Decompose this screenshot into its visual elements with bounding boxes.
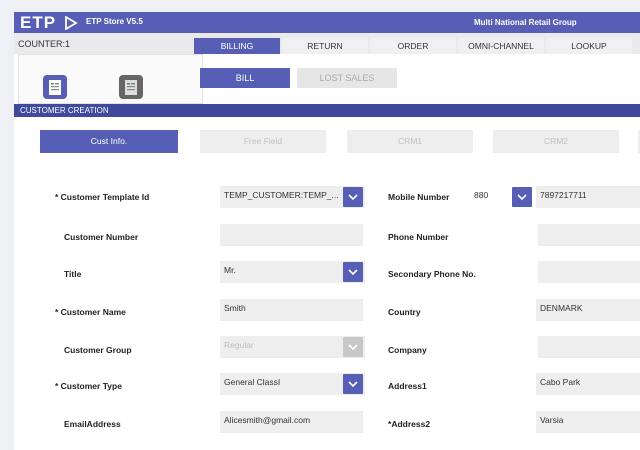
customer-group-label: Customer Group	[64, 345, 132, 355]
mobile-number-input[interactable]: 7897217711	[536, 186, 640, 208]
company-label: Company	[388, 345, 427, 355]
app-logo: ETP	[20, 13, 57, 32]
subtab-lost-sales[interactable]: LOST SALES	[297, 68, 397, 88]
address2-input[interactable]: Varsia	[536, 411, 640, 433]
phone-number-input[interactable]	[538, 224, 640, 246]
email-label: EmailAddress	[64, 419, 121, 429]
tab-omni-channel[interactable]: OMNI-CHANNEL	[458, 38, 544, 54]
tab-billing[interactable]: BILLING	[194, 38, 280, 54]
customer-type-label: * Customer Type	[55, 381, 122, 391]
country-label: Country	[388, 307, 421, 317]
chevron-down-icon[interactable]	[343, 374, 363, 394]
tab-cust-info[interactable]: Cust Info.	[40, 130, 178, 153]
address1-input[interactable]: Cabo Park	[536, 373, 640, 395]
secondary-phone-input[interactable]	[538, 261, 640, 283]
email-input[interactable]: Alicesmith@gmail.com	[220, 411, 363, 433]
company-input[interactable]	[538, 336, 640, 358]
tab-crm1[interactable]: CRM1	[347, 130, 473, 153]
chevron-down-icon[interactable]	[512, 187, 532, 207]
modal-title: CUSTOMER CREATION	[14, 104, 640, 117]
receipt-icon[interactable]	[119, 75, 143, 99]
tab-return[interactable]: RETURN	[282, 38, 368, 54]
logo-arrow-icon	[65, 16, 78, 30]
subtab-bill[interactable]: BILL	[200, 68, 290, 88]
customer-name-input[interactable]: Smith	[220, 299, 363, 321]
chevron-down-icon	[343, 337, 363, 357]
counter-label: COUNTER:1	[18, 39, 71, 49]
phone-number-label: Phone Number	[388, 232, 449, 242]
customer-number-label: Customer Number	[64, 232, 139, 242]
quick-actions-panel	[18, 54, 203, 104]
chevron-down-icon[interactable]	[343, 262, 363, 282]
address1-label: Address1	[388, 381, 427, 391]
tab-crm2[interactable]: CRM2	[493, 130, 619, 153]
title-label: Title	[64, 269, 82, 279]
country-select[interactable]: DENMARK	[536, 299, 640, 321]
secondary-phone-label: Secondary Phone No.	[388, 269, 476, 279]
mobile-number-label: Mobile Number	[388, 192, 450, 202]
customer-creation-modal	[28, 117, 640, 450]
tab-order[interactable]: ORDER	[370, 38, 456, 54]
address2-label: *Address2	[388, 419, 431, 429]
customer-number-input[interactable]	[220, 224, 363, 246]
bill-icon[interactable]	[43, 75, 67, 99]
chevron-down-icon[interactable]	[343, 187, 363, 207]
store-name: ETP Store V5.5	[86, 17, 143, 26]
customer-name-label: * Customer Name	[55, 307, 126, 317]
tab-lookup[interactable]: LOOKUP	[546, 38, 632, 54]
customer-template-label: * Customer Template Id	[55, 192, 150, 202]
tab-free-field[interactable]: Free Field	[200, 130, 326, 153]
organization-name: Multi National Retail Group	[474, 18, 577, 27]
top-bar: ETP ETP Store V5.5 Multi National Retail…	[14, 12, 640, 33]
